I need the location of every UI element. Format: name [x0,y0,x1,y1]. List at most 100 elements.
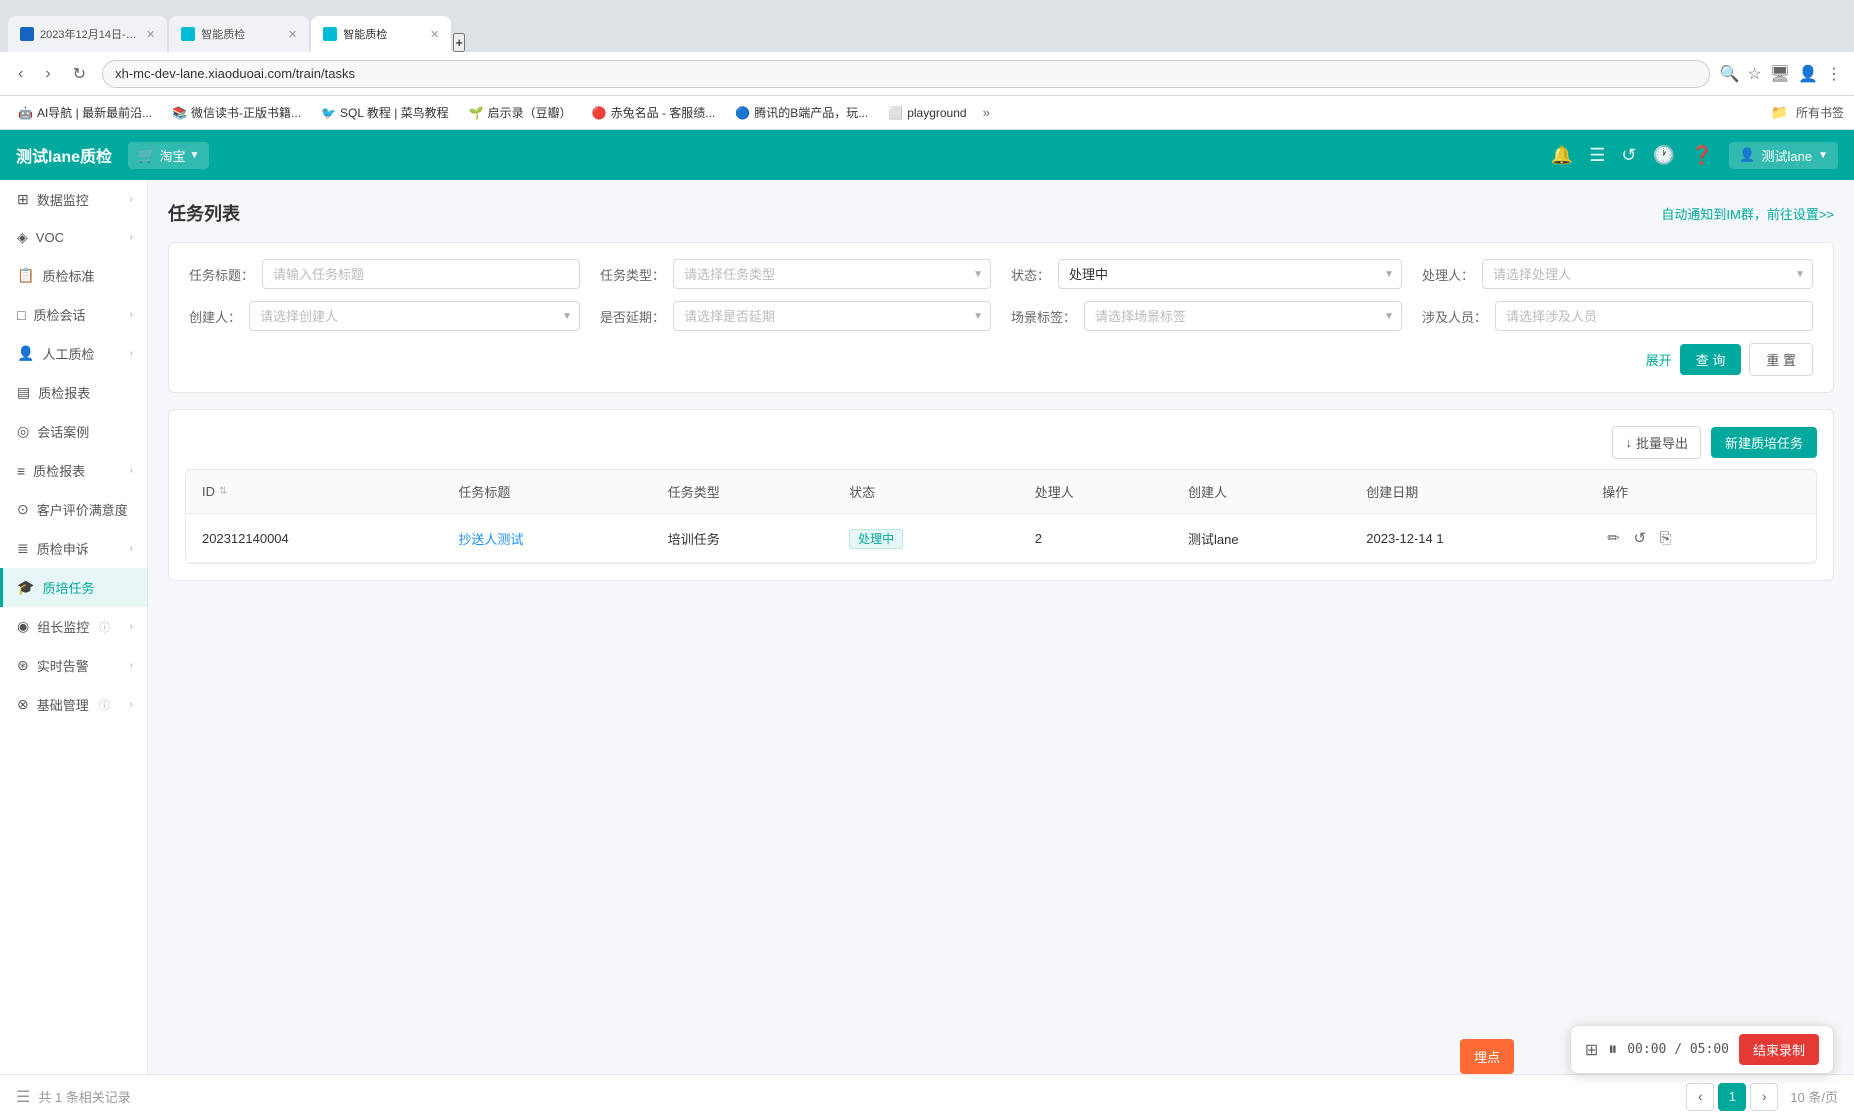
sidebar-item-team-monitor[interactable]: ◉ 组长监控 ⓘ › [0,607,147,646]
sidebar-item-satisfaction[interactable]: ⊙ 客户评价满意度 [0,490,147,529]
taobao-selector[interactable]: 🛒 淘宝 ▼ [128,142,209,169]
new-task-button[interactable]: 新建质培任务 [1711,427,1817,458]
desktop-icon[interactable]: 🖥 [1770,64,1790,84]
bookmark-douban[interactable]: 🌱 启示录（豆瓣） [461,101,580,124]
back-button[interactable]: ‹ [12,61,29,87]
sidebar-item-realtime-alert[interactable]: ⊛ 实时告警 › [0,646,147,685]
reset-button[interactable]: 重 置 [1749,343,1813,376]
sidebar-item-qc-report[interactable]: ▤ 质检报表 [0,373,147,412]
sidebar-item-qc-report2[interactable]: ≡ 质检报表 › [0,451,147,490]
auto-notify-link[interactable]: 自动通知到IM群，前往设置>> [1661,204,1834,223]
task-title-input[interactable] [262,259,580,289]
tab2-close[interactable]: ✕ [288,28,297,41]
appeal-icon: ≣ [17,540,29,557]
sidebar-item-data-monitor-label: 数据监控 [37,190,89,209]
realtime-alert-icon: ⊛ [17,657,29,674]
status-label: 状态： [1011,265,1050,284]
browser-tabs: 2023年12月14日-质培任务支持... ✕ 智能质检 ✕ 智能质检 ✕ + [8,0,465,52]
export-button[interactable]: ↓ 批量导出 [1612,426,1701,459]
sidebar-item-qc-chat[interactable]: □ 质检会话 › [0,295,147,334]
browser-tab-3[interactable]: 智能质检 ✕ [311,16,451,52]
bookmarks-more[interactable]: » [983,105,990,120]
maidan-button[interactable]: 埋点 [1460,1039,1514,1074]
tab1-label: 2023年12月14日-质培任务支持... [40,26,140,42]
tab3-close[interactable]: ✕ [430,28,439,41]
collapse-icon[interactable]: ☰ [16,1087,30,1107]
bookmark-red[interactable]: 🔴 赤兔名品 - 客服绩... [584,101,724,124]
clock-icon[interactable]: 🕐 [1652,145,1674,166]
sort-icon[interactable]: ⇅ [219,486,227,497]
col-id-label: ID [202,484,215,499]
filter-creator: 创建人： 请选择创建人 ▼ [189,301,580,331]
address-bar-row: ‹ › ↻ xh-mc-dev-lane.xiaoduoai.com/train… [0,52,1854,96]
reload-button[interactable]: ↻ [67,60,92,88]
top-nav: 测试lane质检 🛒 淘宝 ▼ 🔔 ☰ ↺ 🕐 ❓ 👤 测试lane ▼ [0,130,1854,180]
bell-icon[interactable]: 🔔 [1551,145,1573,166]
browser-tab-1[interactable]: 2023年12月14日-质培任务支持... ✕ [8,16,167,52]
sidebar-item-manual-qc[interactable]: 👤 人工质检 › [0,334,147,373]
bookmark-playground-favicon: ⬜ [888,106,903,120]
pagination: ‹ 1 › 10 条/页 [1686,1083,1838,1111]
sidebar-item-satisfaction-label: 客户评价满意度 [37,500,128,519]
sidebar-item-manual-qc-label: 人工质检 [42,344,94,363]
export-label: 批量导出 [1636,433,1688,452]
bookmark-sql-favicon: 🐦 [321,106,336,120]
copy-button[interactable]: ⎘ [1655,527,1677,550]
help-icon[interactable]: ❓ [1691,145,1713,166]
bookmark-icon[interactable]: ☆ [1747,64,1761,84]
forward-button[interactable]: › [39,61,56,87]
sidebar-item-qc-standard[interactable]: 📋 质检标准 [0,256,147,295]
user-menu[interactable]: 👤 测试lane ▼ [1729,142,1838,169]
prev-page-button[interactable]: ‹ [1686,1083,1714,1111]
bookmark-ai[interactable]: 🤖 AI导航 | 最新最前沿... [10,101,160,124]
search-icon[interactable]: 🔍 [1720,64,1740,84]
overdue-select[interactable]: 请选择是否延期 [673,301,991,331]
sidebar-item-basic-mgmt-label: 基础管理 [37,695,89,714]
sidebar-item-basic-mgmt[interactable]: ⊗ 基础管理 ⓘ › [0,685,147,724]
col-id[interactable]: ID ⇅ [186,470,442,514]
handler-select[interactable]: 请选择处理人 [1482,259,1813,289]
rec-pause-button[interactable]: ⏸ [1608,1039,1617,1060]
browser-tab-2[interactable]: 智能质检 ✕ [169,16,309,52]
sidebar-item-case[interactable]: ◎ 会话案例 [0,412,147,451]
page-1-button[interactable]: 1 [1718,1083,1746,1111]
bookmark-wechat-label: 微信读书-正版书籍... [191,104,301,121]
filter-task-title: 任务标题： [189,259,580,289]
bookmark-sql[interactable]: 🐦 SQL 教程 | 菜鸟教程 [313,101,457,124]
edit-button[interactable]: ✏ [1602,526,1625,550]
sidebar-item-voc[interactable]: ◈ VOC › [0,219,147,256]
sidebar-item-qc-report2-label: 质检报表 [33,461,85,480]
rec-end-button[interactable]: 结束录制 [1739,1034,1819,1065]
bookmarks-folder-icon[interactable]: 📁 [1771,104,1788,121]
new-tab-button[interactable]: + [453,33,465,52]
involved-label: 涉及人员： [1422,307,1487,326]
bottom-bar: ☰ 共 1 条相关记录 ‹ 1 › 10 条/页 [0,1074,1854,1118]
refresh-nav-icon[interactable]: ↺ [1621,145,1636,166]
bookmark-wechat[interactable]: 📚 微信读书-正版书籍... [164,101,309,124]
app-wrapper: 测试lane质检 🛒 淘宝 ▼ 🔔 ☰ ↺ 🕐 ❓ 👤 测试lane ▼ ⊞ [0,130,1854,1118]
query-button[interactable]: 查 询 [1680,344,1742,375]
involved-input[interactable] [1495,301,1813,331]
menu-icon[interactable]: ☰ [1589,145,1605,166]
bookmark-tencent[interactable]: 🔵 腾讯的B端产品，玩... [727,101,876,124]
status-select[interactable]: 处理中 [1058,259,1402,289]
task-type-select[interactable]: 请选择任务类型 [673,259,991,289]
sidebar-item-data-monitor[interactable]: ⊞ 数据监控 › [0,180,147,219]
sidebar-item-training[interactable]: 🎓 质培任务 [0,568,147,607]
sidebar-item-appeal[interactable]: ≣ 质检申诉 › [0,529,147,568]
rec-grid-icon[interactable]: ⊞ [1585,1040,1598,1060]
profile-icon[interactable]: 👤 [1798,64,1818,84]
team-monitor-info-icon: ⓘ [99,619,110,635]
row-title-link[interactable]: 抄送人测试 [458,532,523,547]
team-monitor-chevron: › [130,621,133,632]
next-page-button[interactable]: › [1750,1083,1778,1111]
creator-select[interactable]: 请选择创建人 [249,301,580,331]
expand-button[interactable]: 展开 [1646,350,1672,369]
tab1-close[interactable]: ✕ [146,28,155,41]
address-bar-input[interactable]: xh-mc-dev-lane.xiaoduoai.com/train/tasks [102,60,1709,88]
bookmark-playground[interactable]: ⬜ playground [880,103,974,123]
bookmark-red-favicon: 🔴 [592,106,607,120]
scene-tag-select[interactable]: 请选择场景标签 [1084,301,1402,331]
more-icon[interactable]: ⋮ [1826,64,1842,84]
undo-button[interactable]: ↺ [1628,526,1651,550]
